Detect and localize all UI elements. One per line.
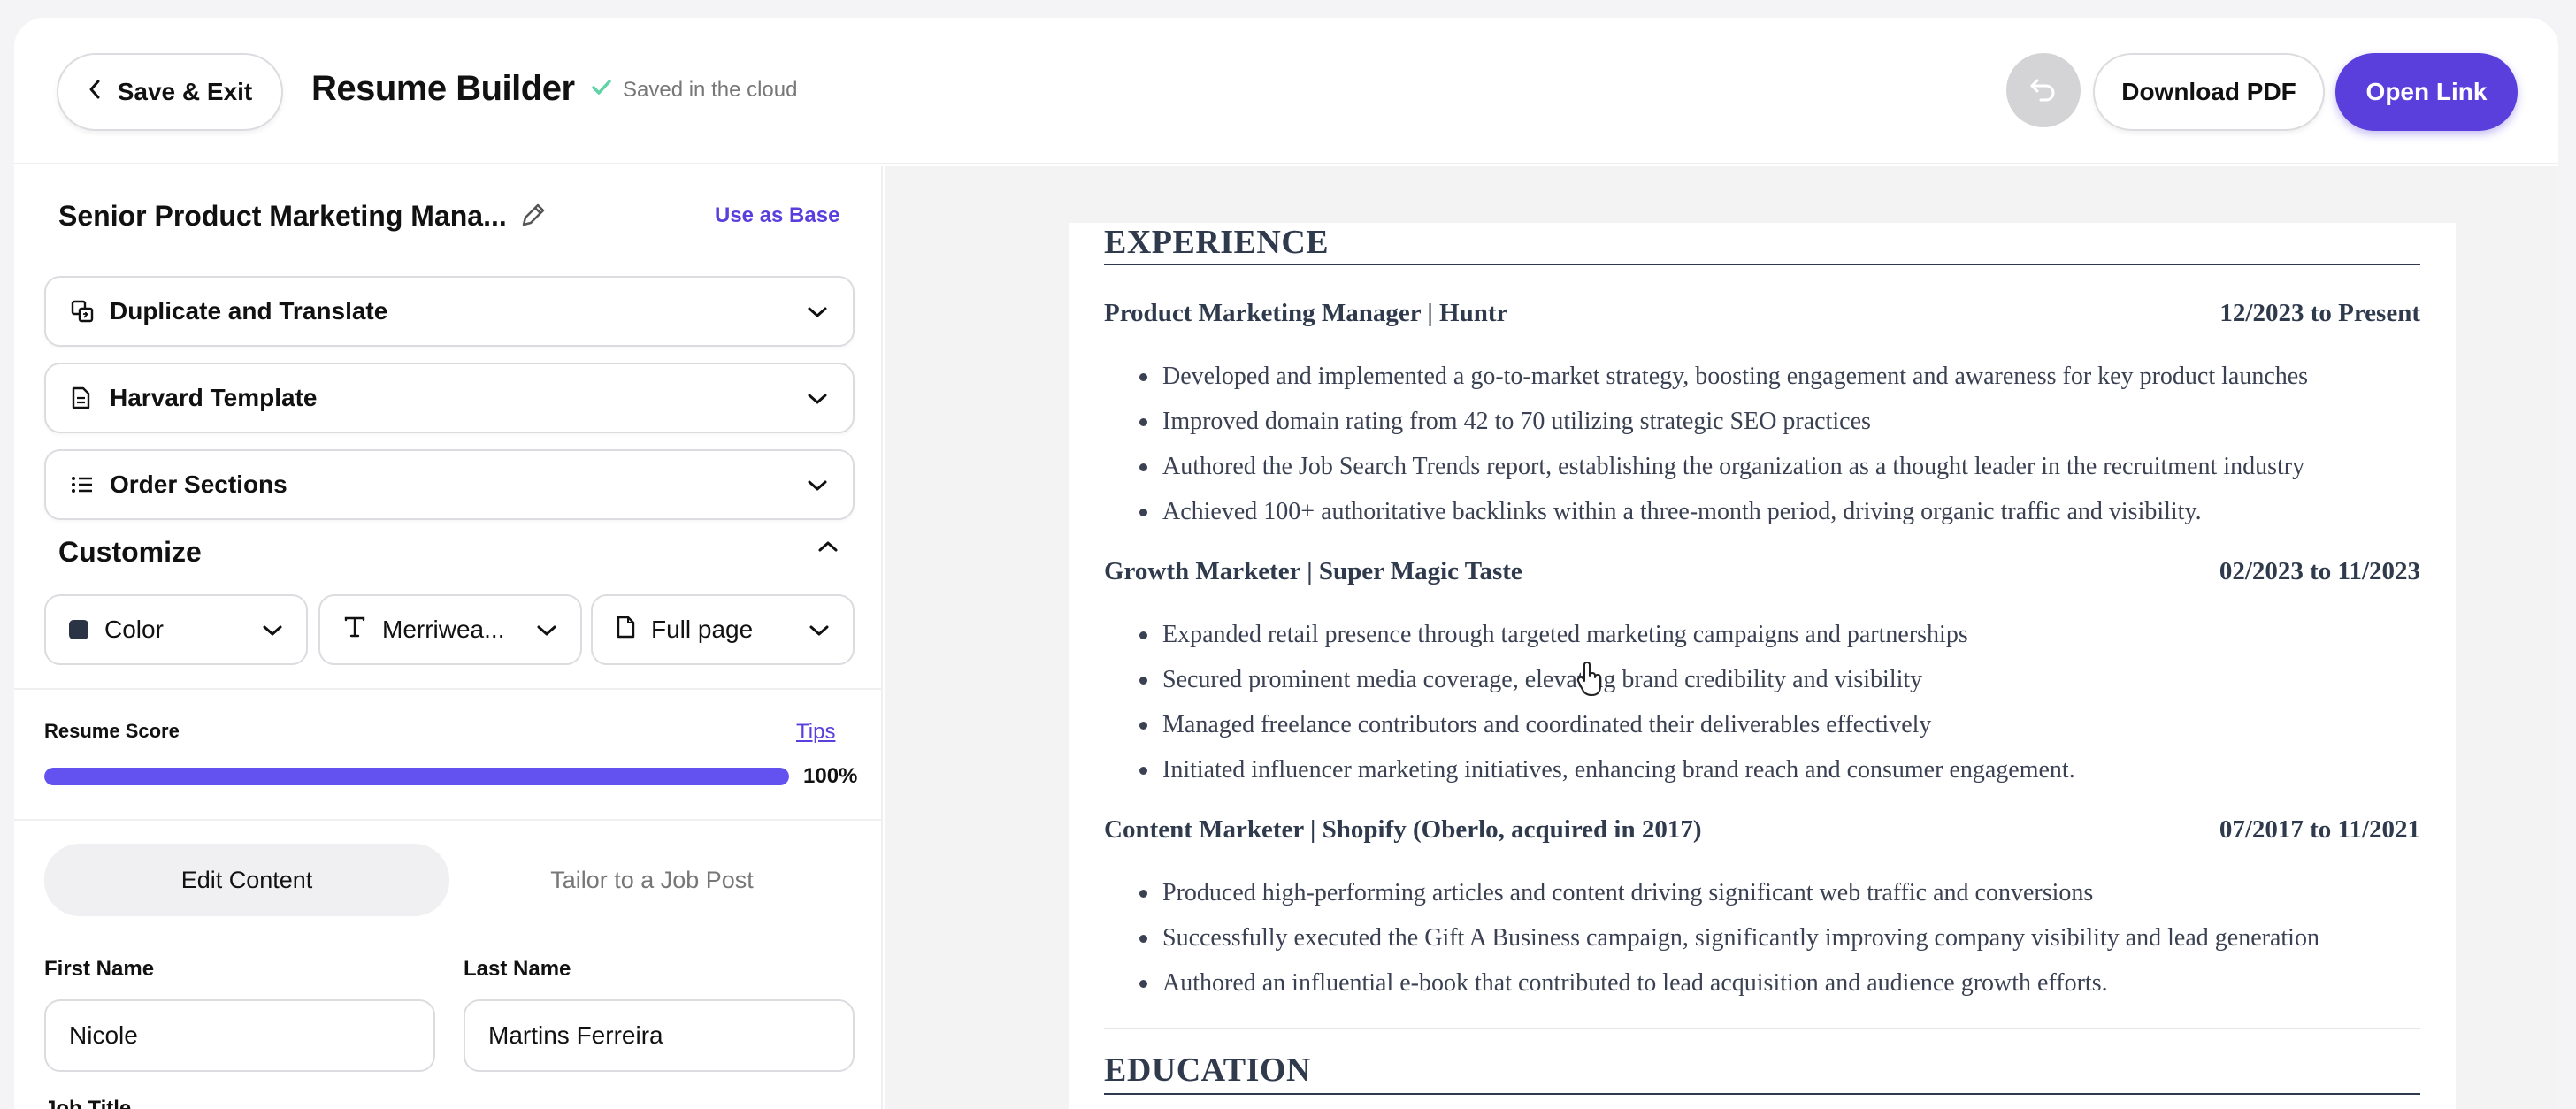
resume-score-fill: [44, 768, 789, 785]
section-rule: [1104, 264, 2420, 265]
list-item: Managed freelance contributors and coord…: [1139, 702, 2413, 747]
chevron-down-icon: [807, 297, 828, 325]
accordion-label: Duplicate and Translate: [110, 297, 388, 325]
page-icon: [616, 616, 635, 645]
first-name-label: First Name: [44, 957, 155, 981]
resume-page[interactable]: EXPERIENCE Product Marketing Manager | H…: [1069, 223, 2456, 1109]
page-label: Full page: [651, 616, 754, 643]
check-icon: [591, 78, 612, 103]
hand-cursor-icon: [1576, 662, 1603, 701]
editor-sidebar: Senior Product Marketing Mana... Use as …: [14, 166, 883, 1109]
job-bullets: Produced high-performing articles and co…: [1139, 870, 2413, 1006]
list-item: Secured prominent media coverage, elevat…: [1139, 657, 2413, 702]
font-icon: [343, 616, 366, 645]
list-item: Authored the Job Search Trends report, e…: [1139, 444, 2413, 489]
list-item: Improved domain rating from 42 to 70 uti…: [1139, 399, 2413, 444]
job-bullets: Developed and implemented a go-to-market…: [1139, 354, 2413, 534]
accordion-label: Harvard Template: [110, 384, 318, 411]
job-bullets: Expanded retail presence through targete…: [1139, 612, 2413, 792]
template-accordion[interactable]: Harvard Template: [44, 363, 855, 433]
list-item: Produced high-performing articles and co…: [1139, 870, 2413, 915]
job-dates: 07/2017 to 11/2021: [2219, 815, 2420, 844]
resume-score-label: Resume Score: [44, 720, 180, 742]
resume-name: Senior Product Marketing Mana...: [58, 200, 507, 232]
editor-tabs: Edit Content Tailor to a Job Post: [44, 844, 855, 916]
list-item: Initiated influencer marketing initiativ…: [1139, 747, 2413, 792]
divider: [1104, 1028, 2420, 1029]
resume-score-bar: [44, 768, 789, 785]
document-icon: [71, 386, 94, 409]
list-item: Authored an influential e-book that cont…: [1139, 960, 2413, 1006]
customize-heading: Customize: [58, 536, 202, 568]
saved-status: Saved in the cloud: [591, 78, 797, 103]
job-dates: 12/2023 to Present: [2220, 299, 2420, 327]
color-label: Color: [104, 616, 164, 643]
page-size-dropdown[interactable]: Full page: [591, 594, 855, 665]
chevron-down-icon: [536, 616, 557, 644]
color-swatch: [69, 620, 88, 639]
resume-score-value: 100%: [803, 764, 858, 788]
list-item: Developed and implemented a go-to-market…: [1139, 354, 2413, 399]
duplicate-translate-accordion[interactable]: Duplicate and Translate: [44, 276, 855, 347]
font-label: Merriwea...: [382, 616, 505, 643]
font-dropdown[interactable]: Merriwea...: [318, 594, 582, 665]
list-item: Expanded retail presence through targete…: [1139, 612, 2413, 657]
order-sections-accordion[interactable]: Order Sections: [44, 449, 855, 520]
job-title: Content Marketer | Shopify (Oberlo, acqu…: [1104, 815, 1702, 844]
job-title-label: Job Title: [44, 1097, 132, 1109]
job-header: Product Marketing Manager | Huntr 12/202…: [1104, 299, 2420, 328]
job-dates: 02/2023 to 11/2023: [2219, 557, 2420, 585]
saved-status-text: Saved in the cloud: [623, 78, 798, 102]
tips-link[interactable]: Tips: [796, 720, 835, 745]
divider: [14, 819, 883, 821]
list-item: Successfully executed the Gift A Busines…: [1139, 915, 2413, 960]
translate-icon: [71, 300, 94, 323]
app-title: Resume Builder: [311, 69, 575, 108]
chevron-down-icon: [809, 616, 830, 644]
list-icon: [71, 475, 94, 494]
pencil-icon[interactable]: [518, 200, 548, 234]
undo-button[interactable]: [2006, 53, 2081, 127]
job-title: Product Marketing Manager | Huntr: [1104, 299, 1508, 327]
save-exit-button[interactable]: Save & Exit: [57, 53, 283, 131]
chevron-left-icon: [88, 78, 102, 106]
job-header: Growth Marketer | Super Magic Taste 02/2…: [1104, 557, 2420, 586]
download-pdf-button[interactable]: Download PDF: [2093, 53, 2325, 131]
first-name-field[interactable]: Nicole: [44, 999, 435, 1072]
top-bar: Save & Exit Resume Builder Saved in the …: [14, 18, 2558, 164]
use-as-base-link[interactable]: Use as Base: [715, 203, 840, 228]
chevron-down-icon: [807, 384, 828, 412]
education-heading: EDUCATION: [1104, 1052, 1311, 1089]
chevron-down-icon: [807, 470, 828, 499]
save-exit-label: Save & Exit: [117, 78, 253, 105]
open-link-button[interactable]: Open Link: [2335, 53, 2518, 131]
chevron-up-icon[interactable]: [817, 539, 839, 558]
experience-heading: EXPERIENCE: [1104, 224, 1330, 261]
tab-tailor-job-post[interactable]: Tailor to a Job Post: [449, 844, 855, 916]
accordion-label: Order Sections: [110, 470, 288, 498]
list-item: Achieved 100+ authoritative backlinks wi…: [1139, 489, 2413, 534]
last-name-field[interactable]: Martins Ferreira: [464, 999, 855, 1072]
section-rule: [1104, 1093, 2420, 1095]
color-dropdown[interactable]: Color: [44, 594, 308, 665]
divider: [14, 688, 883, 690]
chevron-down-icon: [262, 616, 283, 644]
last-name-label: Last Name: [464, 957, 571, 981]
job-header: Content Marketer | Shopify (Oberlo, acqu…: [1104, 815, 2420, 845]
tab-edit-content[interactable]: Edit Content: [44, 844, 449, 916]
job-title: Growth Marketer | Super Magic Taste: [1104, 557, 1522, 585]
undo-icon: [2028, 75, 2058, 106]
